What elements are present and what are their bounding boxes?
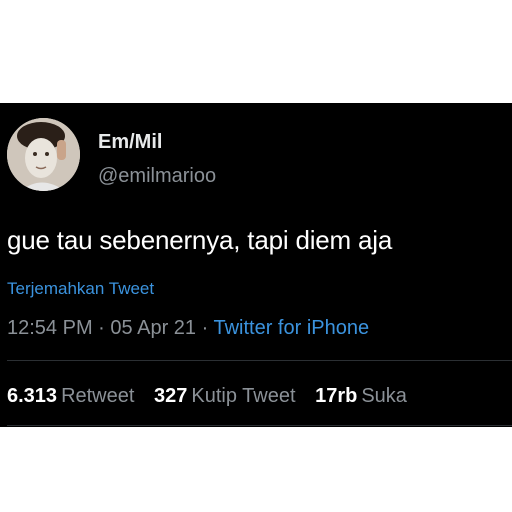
like-count: 17rb	[315, 385, 358, 407]
tweet-date[interactable]: 05 Apr 21	[110, 317, 196, 339]
profile-photo-icon	[7, 118, 80, 191]
tweet-stats: 6.313 Retweet 327 Kutip Tweet 17rb Suka	[7, 385, 421, 408]
quote-count-link[interactable]: 327 Kutip Tweet	[154, 385, 296, 407]
meta-separator: ·	[98, 317, 105, 339]
retweet-count-link[interactable]: 6.313 Retweet	[7, 385, 134, 407]
meta-separator: ·	[201, 317, 209, 339]
tweet-meta: 12:54 PM · 05 Apr 21 · Twitter for iPhon…	[7, 317, 369, 340]
avatar[interactable]	[7, 118, 80, 191]
divider	[7, 425, 512, 426]
translate-tweet-link[interactable]: Terjemahkan Tweet	[7, 279, 154, 299]
tweet-card: Em/Mil @emilmarioo gue tau sebenernya, t…	[0, 103, 512, 427]
tweet-text: gue tau sebenernya, tapi diem aja	[7, 225, 393, 255]
tweet-time[interactable]: 12:54 PM	[7, 317, 93, 339]
like-label: Suka	[361, 385, 407, 407]
tweet-source-link[interactable]: Twitter for iPhone	[213, 317, 369, 339]
retweet-count: 6.313	[7, 385, 58, 407]
quote-count: 327	[154, 385, 188, 407]
divider	[7, 360, 512, 361]
quote-label: Kutip Tweet	[191, 385, 296, 407]
display-name[interactable]: Em/Mil	[98, 131, 162, 154]
user-handle[interactable]: @emilmarioo	[98, 165, 216, 188]
retweet-label: Retweet	[61, 385, 135, 407]
like-count-link[interactable]: 17rb Suka	[315, 385, 407, 407]
